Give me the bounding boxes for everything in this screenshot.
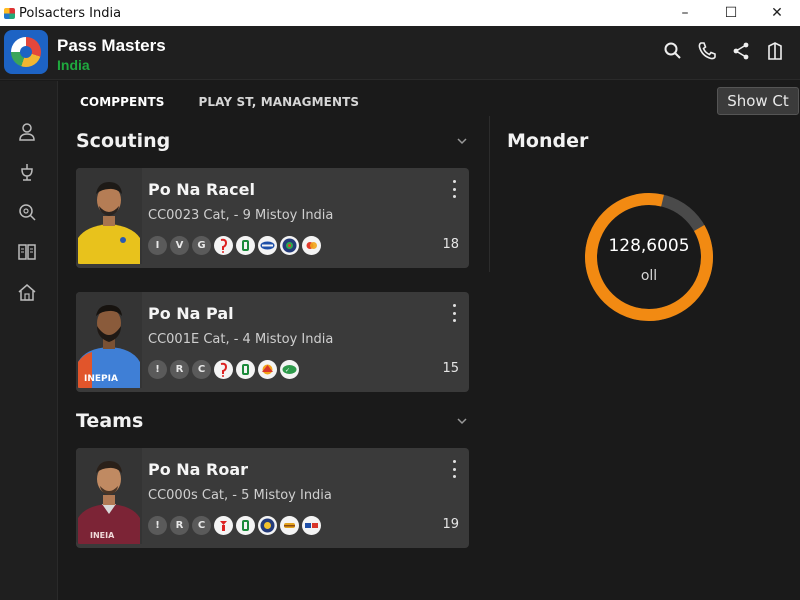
player-badges: ! R C ✓ — [148, 360, 299, 379]
blue-team-logo-icon — [258, 236, 277, 255]
app-small-icon — [4, 7, 15, 19]
player-photo: INEIA — [76, 448, 142, 544]
chevron-down-icon[interactable] — [455, 414, 469, 428]
monder-donut-chart — [585, 193, 713, 321]
sidebar-user-icon[interactable] — [14, 119, 40, 145]
more-options-icon[interactable] — [451, 304, 457, 322]
letter-badge: C — [192, 516, 211, 535]
player-card[interactable]: Po Na Racel CC0023 Cat, - 9 Mistoy India… — [76, 168, 469, 268]
more-options-icon[interactable] — [451, 460, 457, 478]
window-controls: – ☐ ✕ — [662, 0, 800, 26]
red-team-logo-icon — [214, 516, 233, 535]
search-icon — [19, 204, 36, 221]
home-icon — [18, 284, 36, 301]
sidebar — [0, 81, 58, 600]
jersey-text: INEIA — [90, 531, 115, 540]
green-wing-logo-icon: ✓ — [280, 360, 299, 379]
trophy-icon — [21, 164, 33, 181]
section-title-scouting: Scouting — [76, 130, 171, 152]
share-icon[interactable] — [730, 40, 752, 62]
navy-team-logo-icon — [258, 516, 277, 535]
player-card[interactable]: INEPIA Po Na Pal CC001E Cat, - 4 Mistoy … — [76, 292, 469, 392]
player-badges: ! R C — [148, 516, 321, 535]
letter-badge: R — [170, 360, 189, 379]
phone-icon[interactable] — [696, 40, 718, 62]
minimize-button[interactable]: – — [662, 0, 708, 26]
player-card[interactable]: INEIA Po Na Roar CC000s Cat, - 5 Mistoy … — [76, 448, 469, 548]
sidebar-home-icon[interactable] — [14, 279, 40, 305]
player-photo: INEPIA — [76, 292, 142, 388]
close-button[interactable]: ✕ — [754, 0, 800, 26]
app-header: Pass Masters India — [0, 26, 800, 80]
player-meta: CC0023 Cat, - 9 Mistoy India — [148, 208, 334, 223]
show-ct-button[interactable]: Show Ct — [717, 87, 799, 115]
donut-progress-arc — [585, 193, 713, 321]
player-name: Po Na Pal — [148, 304, 234, 323]
tab-bar: COMPPENTS PLAY ST, MANAGMENTS — [80, 95, 359, 109]
jersey-text: INEPIA — [84, 374, 118, 384]
letter-badge: I — [148, 236, 167, 255]
sidebar-book-icon[interactable] — [14, 239, 40, 265]
green-team-logo-icon — [236, 236, 255, 255]
player-meta: CC000s Cat, - 5 Mistoy India — [148, 488, 332, 503]
chevron-down-icon[interactable] — [455, 134, 469, 148]
window-title: Polsacters India — [19, 5, 122, 21]
monder-title: Monder — [507, 130, 589, 152]
green-team-logo-icon — [236, 360, 255, 379]
maximize-button[interactable]: ☐ — [708, 0, 754, 26]
tab-comppents[interactable]: COMPPENTS — [80, 95, 165, 109]
more-options-icon[interactable] — [451, 180, 457, 198]
sidebar-search-icon[interactable] — [14, 199, 40, 225]
section-title-teams: Teams — [76, 410, 144, 432]
window-titlebar: Polsacters India – ☐ ✕ — [0, 0, 800, 26]
player-badges: I V G — [148, 236, 321, 255]
player-count: 15 — [442, 361, 459, 376]
red-team-logo-icon — [214, 360, 233, 379]
player-name: Po Na Racel — [148, 180, 255, 199]
letter-badge: C — [192, 360, 211, 379]
player-count: 19 — [442, 517, 459, 532]
gold-team-logo-icon — [280, 516, 299, 535]
green-team-logo-icon — [236, 516, 255, 535]
monder-value: 128,6005 — [608, 236, 690, 256]
app-logo[interactable] — [4, 30, 48, 74]
navy-team-logo-icon — [280, 236, 299, 255]
letter-badge: V — [170, 236, 189, 255]
player-meta: CC001E Cat, - 4 Mistoy India — [148, 332, 334, 347]
player-count: 18 — [442, 237, 459, 252]
monder-label: oll — [640, 268, 658, 284]
brand-name: Pass Masters — [57, 36, 166, 55]
player-name: Po Na Roar — [148, 460, 249, 479]
blue-red-team-logo-icon — [302, 516, 321, 535]
letter-badge: ! — [148, 516, 167, 535]
letter-badge: R — [170, 516, 189, 535]
red-team-logo-icon — [214, 236, 233, 255]
bookmark-icon[interactable] — [764, 40, 786, 62]
orange-team-logo-icon — [302, 236, 321, 255]
letter-badge: G — [192, 236, 211, 255]
sunrise-team-logo-icon — [258, 360, 277, 379]
header-actions — [662, 40, 786, 62]
book-icon — [18, 244, 36, 260]
svg-text:✓: ✓ — [285, 367, 290, 374]
sidebar-trophy-icon[interactable] — [14, 159, 40, 185]
player-photo — [76, 168, 142, 264]
user-icon — [19, 123, 35, 141]
search-icon[interactable] — [662, 40, 684, 62]
letter-badge: ! — [148, 360, 167, 379]
panel-divider — [489, 116, 490, 272]
brand-subtitle: India — [57, 57, 90, 73]
tab-play-st-managments[interactable]: PLAY ST, MANAGMENTS — [199, 95, 360, 109]
